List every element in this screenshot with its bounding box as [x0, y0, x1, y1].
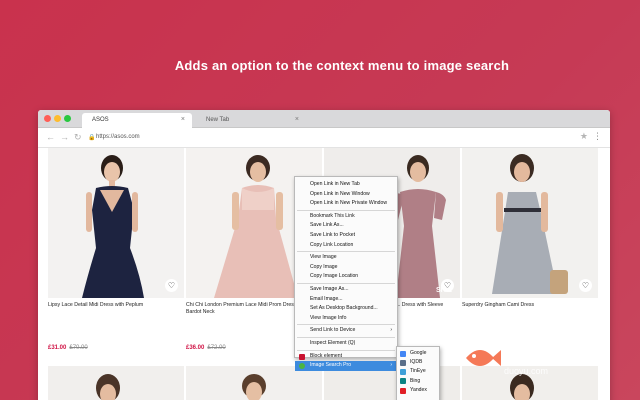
- close-tab-icon[interactable]: ×: [181, 116, 185, 123]
- menu-kebab-icon[interactable]: ⋮: [593, 131, 602, 142]
- tab-bar: ASOS × New Tab ×: [38, 110, 610, 128]
- yandex-icon: [400, 387, 406, 394]
- submenu-item-yandex[interactable]: Yandex: [397, 386, 439, 395]
- menu-item-label: Image Search Pro: [310, 362, 352, 369]
- menu-item-copy-link-location[interactable]: Copy Link Location: [295, 241, 397, 251]
- menu-item-view-image-info[interactable]: View Image Info: [295, 314, 397, 324]
- submenu-item-label: Bing: [410, 377, 421, 384]
- product-name[interactable]: Lipsy Lace Detail Midi Dress with Peplum: [48, 302, 184, 309]
- favourite-heart-icon[interactable]: ♡: [579, 279, 592, 292]
- menu-item-set-desktop-background[interactable]: Set As Desktop Background...: [295, 304, 397, 314]
- product-image[interactable]: ♡: [462, 148, 598, 298]
- menu-item-open-new-tab[interactable]: Open Link in New Tab: [295, 180, 397, 190]
- headline: Adds an option to the context menu to im…: [174, 58, 510, 73]
- submenu-item-label: TinEye: [410, 368, 426, 375]
- menu-item-view-image[interactable]: View Image: [295, 253, 397, 263]
- fish-logo-icon: [466, 350, 501, 366]
- original-price: £72.00: [207, 345, 226, 351]
- chevron-right-icon: ›: [390, 362, 392, 369]
- original-price: £70.00: [69, 345, 88, 351]
- close-window-button[interactable]: [44, 115, 51, 122]
- image-search-submenu: Google IQDB TinEye Bing Yandex: [396, 346, 440, 400]
- menu-separator: [297, 324, 395, 326]
- image-search-pro-icon: [299, 363, 305, 370]
- menu-item-open-new-window[interactable]: Open Link in New Window: [295, 190, 397, 200]
- menu-item-email-image[interactable]: Email Image...: [295, 295, 397, 305]
- product-image[interactable]: [186, 366, 322, 400]
- address-bar[interactable]: https://asos.com: [96, 132, 556, 144]
- product-card[interactable]: ♡ Superdry Gingham Cami Dress: [462, 148, 598, 309]
- favourite-heart-icon[interactable]: ♡: [165, 279, 178, 292]
- tab-label: ASOS: [92, 117, 109, 123]
- menu-item-save-link-pocket[interactable]: Save Link to Pocket: [295, 231, 397, 241]
- product-price: £31.00 £70.00: [48, 345, 88, 351]
- menu-item-bookmark-link[interactable]: Bookmark This Link: [295, 212, 397, 222]
- sale-price: £36.00: [186, 345, 205, 351]
- minimize-window-button[interactable]: [54, 115, 61, 122]
- menu-item-save-link-as[interactable]: Save Link As...: [295, 221, 397, 231]
- tab-new-tab[interactable]: New Tab ×: [196, 113, 306, 128]
- bing-icon: [400, 378, 406, 385]
- menu-item-label: Block element: [310, 352, 342, 359]
- menu-item-copy-image[interactable]: Copy Image: [295, 263, 397, 273]
- secure-lock-icon: 🔒: [88, 135, 96, 141]
- context-menu: Open Link in New Tab Open Link in New Wi…: [294, 176, 398, 371]
- reload-icon[interactable]: ↻: [74, 132, 82, 143]
- menu-separator: [297, 209, 395, 211]
- menu-separator: [297, 349, 395, 351]
- bookmark-star-icon[interactable]: ★: [580, 131, 588, 142]
- menu-item-label: Send Link to Device: [310, 327, 356, 334]
- watermark-domain: duoyu.com: [504, 366, 549, 376]
- menu-item-save-image-as[interactable]: Save Image As...: [295, 285, 397, 295]
- product-image[interactable]: [48, 366, 184, 400]
- menu-item-open-private-window[interactable]: Open Link in New Private Window: [295, 199, 397, 209]
- site-watermark: 网多鱼 duoyu.com: [460, 332, 630, 392]
- menu-item-copy-image-location[interactable]: Copy Image Location: [295, 272, 397, 282]
- submenu-item-label: Google: [410, 350, 427, 356]
- toolbar: ← → ↻ 🔒 https://asos.com ★ ⋮: [38, 128, 610, 148]
- product-price: £36.00 £72.00: [186, 345, 226, 351]
- product-image[interactable]: ♡: [48, 148, 184, 298]
- submenu-item-google[interactable]: Google: [397, 349, 439, 358]
- product-card[interactable]: ♡ Lipsy Lace Detail Midi Dress with Pepl…: [48, 148, 184, 309]
- tab-label: New Tab: [206, 117, 230, 123]
- menu-item-inspect-element[interactable]: Inspect Element (Q): [295, 339, 397, 349]
- submenu-item-iqdb[interactable]: IQDB: [397, 358, 439, 367]
- maximize-window-button[interactable]: [64, 115, 71, 122]
- menu-separator: [297, 251, 395, 253]
- menu-item-send-link-to-device[interactable]: Send Link to Device ›: [295, 326, 397, 336]
- sale-price: £31.00: [48, 345, 67, 351]
- close-tab-icon[interactable]: ×: [295, 116, 299, 123]
- menu-item-image-search-pro[interactable]: Image Search Pro ›: [295, 361, 397, 371]
- favourite-heart-icon[interactable]: ♡: [441, 279, 454, 292]
- menu-item-block-element[interactable]: Block element: [295, 352, 397, 362]
- ublock-shield-icon: [299, 353, 305, 360]
- submenu-item-bing[interactable]: Bing: [397, 377, 439, 386]
- iqdb-icon: [400, 359, 406, 366]
- tab-asos[interactable]: ASOS ×: [82, 113, 192, 128]
- menu-separator: [297, 336, 395, 338]
- back-arrow-icon[interactable]: ←: [46, 132, 55, 142]
- submenu-item-label: Yandex: [410, 386, 427, 393]
- menu-separator: [297, 282, 395, 284]
- tineye-icon: [400, 369, 406, 376]
- product-name[interactable]: Superdry Gingham Cami Dress: [462, 302, 598, 309]
- watermark-text: 网多鱼: [500, 341, 566, 364]
- google-icon: [400, 350, 406, 357]
- forward-arrow-icon[interactable]: →: [60, 132, 69, 142]
- submenu-item-label: IQDB: [410, 359, 423, 366]
- chevron-right-icon: ›: [390, 327, 392, 334]
- submenu-item-tineye[interactable]: TinEye: [397, 367, 439, 376]
